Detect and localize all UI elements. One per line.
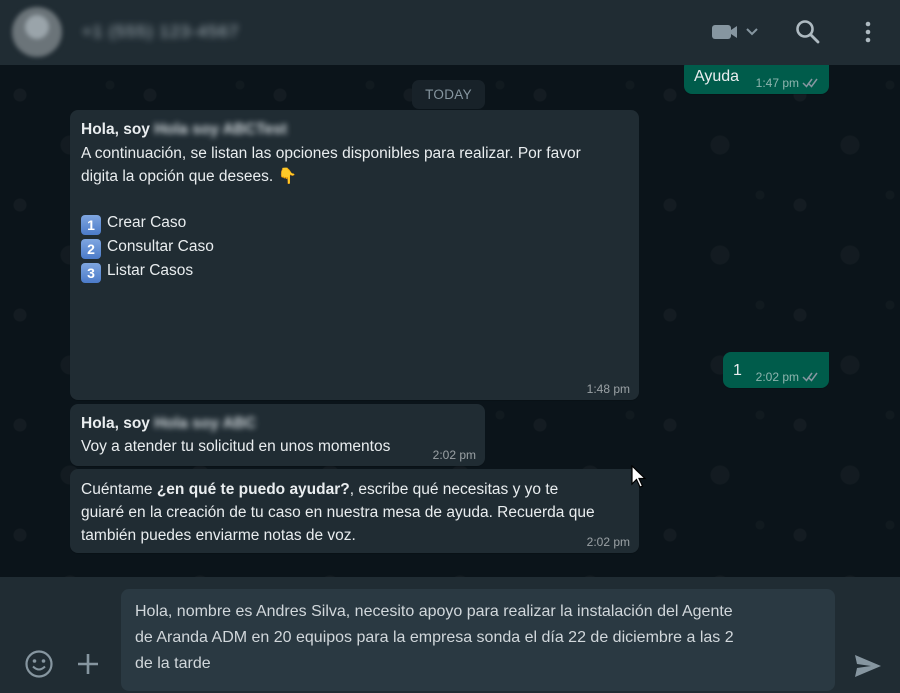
message-incoming[interactable]: Cuéntame ¿en qué te puedo ayudar?, escri… <box>70 469 639 553</box>
mouse-cursor-icon <box>631 465 647 488</box>
double-check-icon <box>802 372 818 382</box>
message-text: 1 <box>733 362 742 379</box>
option-label: Crear Caso <box>107 214 187 231</box>
message-meta: 2:02 pm <box>587 535 630 549</box>
option-item: 2 Consultar Caso <box>81 235 214 259</box>
message-text: Cuéntame ¿en qué te puedo ayudar?, escri… <box>81 478 558 501</box>
attach-button[interactable] <box>72 648 104 680</box>
message-outgoing[interactable]: 1 2:02 pm <box>723 352 829 388</box>
message-text: también puedes enviarme notas de voz. <box>81 527 356 544</box>
video-call-button[interactable] <box>710 18 762 46</box>
message-meta: 2:02 pm <box>433 448 476 462</box>
sender-name-blurred: Hola soy ABCTest <box>154 121 287 138</box>
contact-name[interactable]: +1 (555) 123-4567 <box>82 22 239 42</box>
double-check-icon <box>802 78 818 88</box>
date-separator: TODAY <box>412 80 485 109</box>
message-meta: 2:02 pm <box>756 370 820 384</box>
emoji-button[interactable] <box>23 648 55 680</box>
input-text-line: de la tarde <box>135 655 211 672</box>
message-time: 2:02 pm <box>755 370 799 384</box>
keycap-2-icon: 2 <box>81 239 101 259</box>
keycap-1-icon: 1 <box>81 215 101 235</box>
option-label: Listar Casos <box>107 262 194 279</box>
input-text-line: Hola, nombre es Andres Silva, necesito a… <box>135 603 733 620</box>
menu-button[interactable] <box>852 16 884 48</box>
text-segment: , escribe qué necesitas y yo te <box>349 481 559 498</box>
message-input[interactable]: Hola, nombre es Andres Silva, necesito a… <box>121 589 835 691</box>
message-incoming[interactable]: Hola, soy Hola soy ABC Voy a atender tu … <box>70 404 485 466</box>
message-text: Ayuda <box>694 68 740 85</box>
emoji-icon <box>25 650 53 678</box>
option-label: Consultar Caso <box>107 238 214 255</box>
sender-line: Hola, soy Hola soy ABC <box>81 412 256 435</box>
sender-name-blurred: Hola soy ABC <box>154 415 257 432</box>
message-time: 2:02 pm <box>586 535 630 549</box>
message-time: 1:48 pm <box>586 382 630 396</box>
option-item: 1 Crear Caso <box>81 211 186 235</box>
video-call-icon <box>712 25 758 39</box>
plus-icon <box>78 654 98 674</box>
send-button[interactable] <box>851 650 885 682</box>
send-icon <box>855 655 881 677</box>
message-time: 1:47 pm <box>755 76 799 90</box>
text-bold: ¿en qué te puedo ayudar? <box>156 481 350 498</box>
message-text: guiaré en la creación de tu caso en nues… <box>81 504 595 521</box>
message-text: digita la opción que desees. 👇 <box>81 168 297 185</box>
message-outgoing[interactable]: Ayuda 1:47 pm <box>684 65 829 94</box>
greeting: Hola, soy <box>81 415 150 432</box>
option-item: 3 Listar Casos <box>81 259 193 283</box>
message-text: A continuación, se listan las opciones d… <box>81 145 581 162</box>
message-text: Voy a atender tu solicitud en unos momen… <box>81 438 391 455</box>
contact-avatar[interactable] <box>12 7 62 57</box>
keycap-3-icon: 3 <box>81 263 101 283</box>
text-segment: Cuéntame <box>81 481 157 498</box>
message-time: 2:02 pm <box>432 448 476 462</box>
search-button[interactable] <box>792 16 824 48</box>
sender-line: Hola, soy Hola soy ABCTest <box>81 118 287 141</box>
message-list[interactable]: Ayuda 1:47 pm TODAY Hola, soy Hola soy A… <box>0 65 900 577</box>
input-text-line: de Aranda ADM en 20 equipos para la empr… <box>135 629 734 646</box>
search-icon <box>796 20 820 44</box>
message-meta: 1:47 pm <box>756 76 820 90</box>
menu-icon <box>865 21 871 43</box>
composer-bar: Hola, nombre es Andres Silva, necesito a… <box>0 577 900 693</box>
message-incoming[interactable]: Hola, soy Hola soy ABCTest A continuació… <box>70 110 639 400</box>
chevron-down-icon <box>746 28 758 36</box>
message-meta: 1:48 pm <box>587 382 630 396</box>
chat-header: +1 (555) 123-4567 <box>0 0 900 65</box>
greeting: Hola, soy <box>81 121 150 138</box>
